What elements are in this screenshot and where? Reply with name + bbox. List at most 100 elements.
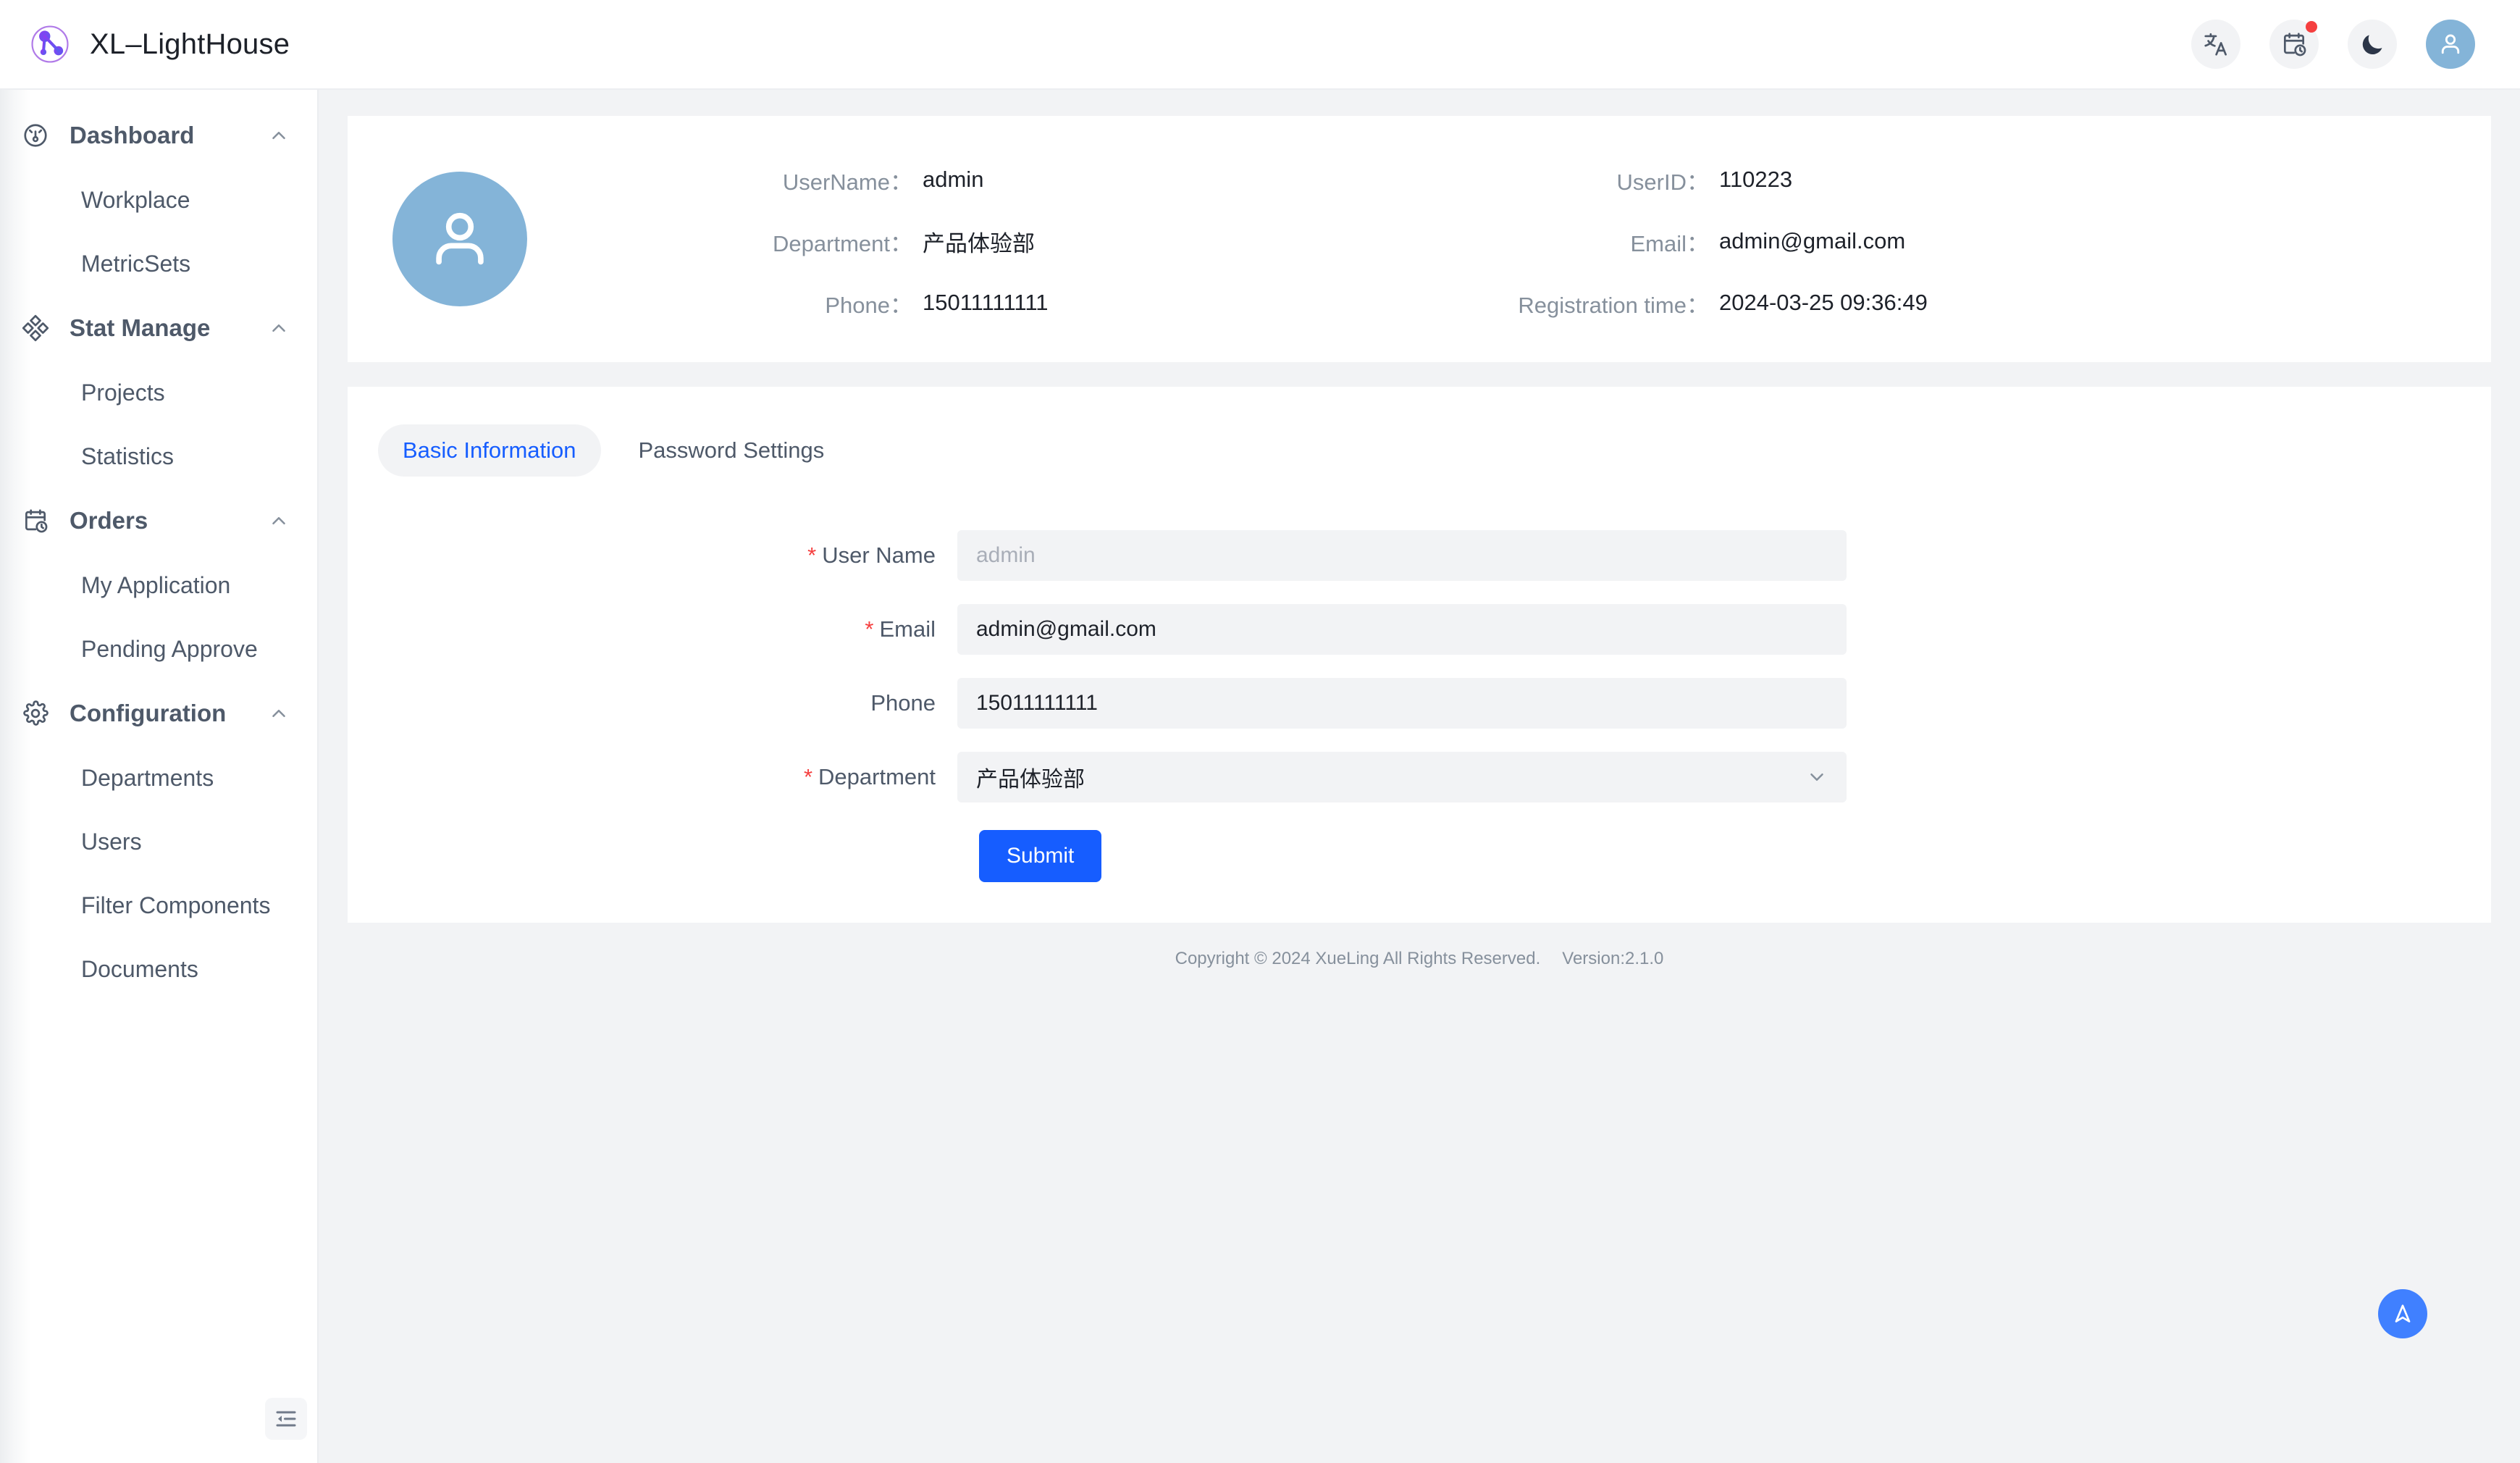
sidebar-item-filter-components[interactable]: Filter Components — [0, 873, 317, 937]
sidebar: Dashboard Workplace MetricSets Stat Mana… — [0, 90, 319, 1463]
gear-icon — [19, 697, 52, 730]
profile-label-userid: UserID： — [1616, 169, 1709, 195]
tab-basic-information[interactable]: Basic Information — [378, 424, 601, 477]
app-header: XL–LightHouse — [0, 0, 2520, 90]
sidebar-group-label: Stat Manage — [70, 314, 211, 341]
profile-value-registration-time: 2024-03-25 09:36:49 — [1719, 290, 1928, 315]
required-asterisk: * — [865, 616, 874, 642]
profile-label-email: Email： — [1630, 230, 1709, 256]
sidebar-item-label: Workplace — [81, 186, 190, 213]
tab-password-settings[interactable]: Password Settings — [614, 424, 849, 477]
profile-info: UserName： admin UserID： 110223 Departmen… — [618, 164, 2154, 319]
sidebar-item-departments[interactable]: Departments — [0, 746, 317, 810]
sidebar-item-label: Users — [81, 828, 142, 855]
calendar-clock-icon — [19, 504, 52, 537]
input-value: 15011111111 — [976, 691, 1098, 715]
department-select[interactable]: 产品体验部 — [957, 752, 1847, 802]
form-label-department: * Department — [348, 764, 957, 790]
sidebar-group-label: Configuration — [70, 700, 227, 726]
sidebar-item-label: Departments — [81, 764, 214, 791]
chevron-up-icon[interactable] — [268, 703, 290, 724]
required-asterisk: * — [807, 542, 817, 568]
settings-tabs: Basic Information Password Settings — [348, 424, 2491, 477]
translate-button[interactable] — [2191, 20, 2240, 69]
form-actions: Submit — [348, 830, 2491, 882]
schedule-button[interactable] — [2269, 20, 2319, 69]
tab-label: Password Settings — [638, 437, 825, 463]
avatar — [392, 172, 527, 306]
input-placeholder: admin — [976, 543, 1036, 567]
required-asterisk: * — [803, 764, 813, 789]
user-name-input[interactable]: admin — [957, 530, 1847, 581]
sidebar-item-projects[interactable]: Projects — [0, 361, 317, 424]
label-text: Email — [879, 616, 936, 642]
sidebar-item-documents[interactable]: Documents — [0, 937, 317, 1001]
form-row-email: * Email admin@gmail.com — [348, 604, 2491, 655]
calendar-clock-icon — [2280, 30, 2308, 58]
profile-label-phone: Phone： — [825, 292, 912, 318]
sidebar-item-label: Filter Components — [81, 892, 271, 918]
form-row-phone: Phone 15011111111 — [348, 678, 2491, 729]
molecule-logo-icon — [29, 23, 71, 65]
diamonds-icon — [19, 311, 52, 345]
form-row-department: * Department 产品体验部 — [348, 752, 2491, 802]
sidebar-group-stat-manage[interactable]: Stat Manage — [0, 295, 317, 361]
profile-value-department: 产品体验部 — [923, 230, 1035, 256]
sidebar-item-label: Documents — [81, 955, 198, 982]
sidebar-group-label: Orders — [70, 507, 148, 534]
sidebar-group-orders[interactable]: Orders — [0, 488, 317, 553]
sidebar-group-configuration[interactable]: Configuration — [0, 681, 317, 746]
profile-label-username: UserName： — [782, 169, 912, 195]
navigation-arrow-up-icon — [2390, 1301, 2416, 1327]
settings-card: Basic Information Password Settings * Use… — [348, 387, 2491, 923]
moon-icon — [2359, 30, 2386, 58]
collapse-sidebar-button[interactable] — [265, 1398, 307, 1440]
sidebar-item-users[interactable]: Users — [0, 810, 317, 873]
form-label-phone: Phone — [348, 690, 957, 716]
select-value: 产品体验部 — [976, 768, 1085, 792]
profile-label-department: Department： — [773, 230, 912, 256]
profile-card: UserName： admin UserID： 110223 Departmen… — [348, 116, 2491, 362]
sidebar-item-label: Statistics — [81, 443, 175, 469]
user-avatar-icon — [2437, 30, 2464, 58]
chevron-up-icon[interactable] — [268, 317, 290, 339]
main-content: UserName： admin UserID： 110223 Departmen… — [320, 90, 2520, 1463]
profile-value-phone: 15011111111 — [923, 290, 1049, 315]
collapse-sidebar-icon — [273, 1406, 299, 1432]
user-avatar-icon — [423, 202, 497, 276]
sidebar-item-my-application[interactable]: My Application — [0, 553, 317, 617]
sidebar-item-statistics[interactable]: Statistics — [0, 424, 317, 488]
back-to-top-button[interactable] — [2378, 1289, 2427, 1338]
dark-mode-button[interactable] — [2348, 20, 2397, 69]
label-text: User Name — [822, 542, 936, 568]
app-root: XL–LightHouse Dashboard Workplace Metric… — [0, 0, 2520, 1463]
sidebar-item-metricsets[interactable]: MetricSets — [0, 232, 317, 295]
phone-input[interactable]: 15011111111 — [957, 678, 1847, 729]
footer-copyright: Copyright © 2024 XueLing All Rights Rese… — [1175, 949, 1541, 968]
chevron-down-icon — [1806, 766, 1828, 788]
user-avatar-button[interactable] — [2426, 20, 2475, 69]
form-spacer — [348, 830, 979, 882]
sidebar-item-workplace[interactable]: Workplace — [0, 168, 317, 232]
email-input[interactable]: admin@gmail.com — [957, 604, 1847, 655]
header-actions — [2191, 20, 2520, 69]
form-label-user-name: * User Name — [348, 542, 957, 569]
chevron-up-icon[interactable] — [268, 510, 290, 532]
form-row-user-name: * User Name admin — [348, 530, 2491, 581]
brand-name: XL–LightHouse — [90, 28, 290, 60]
sidebar-item-label: MetricSets — [81, 250, 191, 277]
profile-value-email: admin@gmail.com — [1719, 228, 1906, 253]
brand[interactable]: XL–LightHouse — [0, 23, 290, 65]
footer-version: Version:2.1.0 — [1562, 949, 1664, 968]
sidebar-item-label: Projects — [81, 379, 165, 406]
tab-label: Basic Information — [403, 437, 576, 463]
footer: Copyright © 2024 XueLing All Rights Rese… — [348, 923, 2491, 969]
basic-information-form: * User Name admin * Email admin@gmail.com — [348, 530, 2491, 882]
sidebar-group-dashboard[interactable]: Dashboard — [0, 103, 317, 168]
form-label-email: * Email — [348, 616, 957, 642]
profile-value-userid: 110223 — [1719, 167, 1793, 192]
input-value: admin@gmail.com — [976, 617, 1156, 641]
sidebar-item-pending-approve[interactable]: Pending Approve — [0, 617, 317, 681]
chevron-up-icon[interactable] — [268, 125, 290, 146]
submit-button[interactable]: Submit — [979, 830, 1102, 882]
